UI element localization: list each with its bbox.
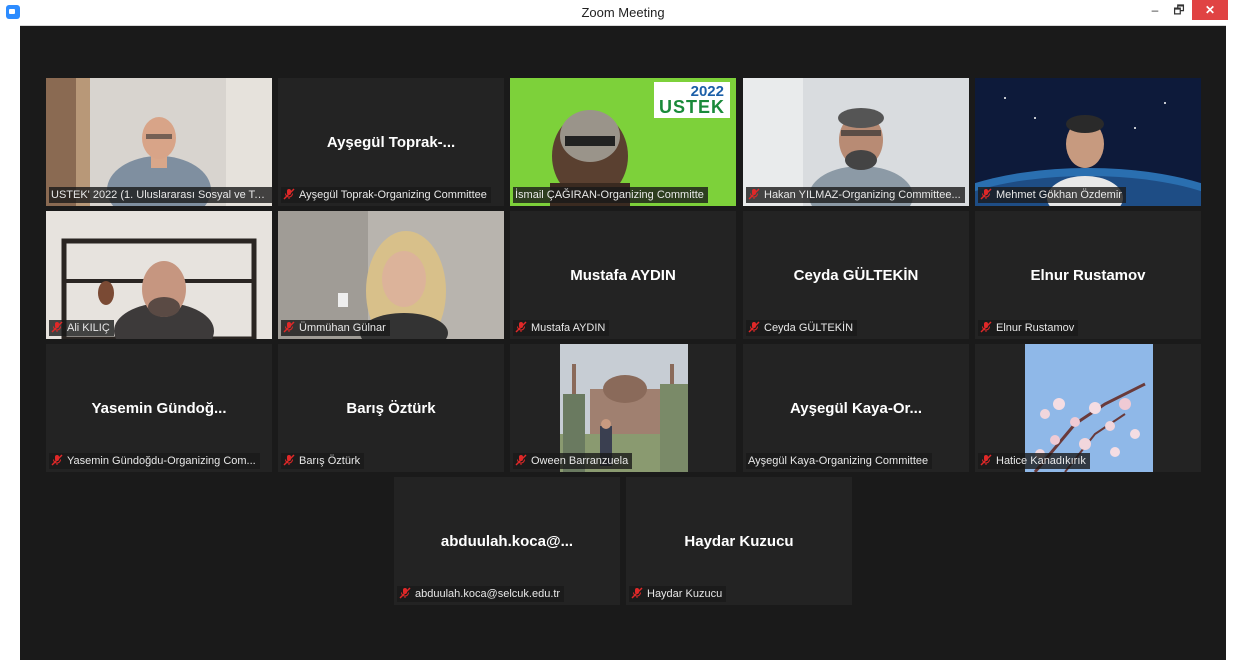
participant-tile[interactable]: Haydar Kuzucu Haydar Kuzucu: [626, 477, 852, 605]
mic-muted-icon: [515, 321, 527, 333]
participant-name-label: Yasemin Gündoğdu-Organizing Com...: [49, 453, 260, 469]
participant-tile[interactable]: Mustafa AYDIN Mustafa AYDIN: [510, 211, 736, 339]
mic-muted-icon: [283, 454, 295, 466]
mic-muted-icon: [980, 321, 992, 333]
minimize-button[interactable]: –: [1143, 0, 1167, 20]
participant-tile[interactable]: Hatice Kanadıkırık: [975, 344, 1201, 472]
participant-name-label: Oween Barranzuela: [513, 453, 633, 469]
window-frame-left: [0, 25, 20, 660]
mic-muted-icon: [631, 587, 643, 599]
participant-display-name: Haydar Kuzucu: [684, 533, 794, 550]
participant-name-label: Hakan YILMAZ-Organizing Committee...: [746, 187, 965, 203]
mic-muted-icon: [399, 587, 411, 599]
gallery-view: USTEK' 2022 (1. Uluslararası Sosyal ve T…: [20, 26, 1226, 660]
participant-tile[interactable]: Elnur Rustamov Elnur Rustamov: [975, 211, 1201, 339]
participant-name-label: Haydar Kuzucu: [629, 586, 727, 602]
participant-tile[interactable]: Ali KILIÇ: [46, 211, 272, 339]
mic-muted-icon: [748, 321, 760, 333]
participant-tile[interactable]: Yasemin Gündoğ... Yasemin Gündoğdu-Organ…: [46, 344, 272, 472]
participant-name-label: Ali KILIÇ: [49, 320, 114, 336]
participant-tile[interactable]: Hakan YILMAZ-Organizing Committee...: [743, 78, 969, 206]
participant-name-label: Mehmet Gökhan Özdemir: [978, 187, 1126, 203]
participant-display-name: Yasemin Gündoğ...: [91, 400, 227, 417]
participant-name-label: İsmail ÇAĞIRAN-Organizing Committe: [513, 187, 708, 203]
mic-muted-icon: [51, 321, 63, 333]
participant-tile[interactable]: Ceyda GÜLTEKİN Ceyda GÜLTEKİN: [743, 211, 969, 339]
mic-muted-icon: [51, 454, 63, 466]
participant-tile[interactable]: 2022 USTEK İsmail ÇAĞIRAN-Organizing Com…: [510, 78, 736, 206]
participant-name-label: Ayşegül Toprak-Organizing Committee: [281, 187, 491, 203]
participant-tile[interactable]: abduulah.koca@... abduulah.koca@selcuk.e…: [394, 477, 620, 605]
participant-name-label: Ümmühan Gülnar: [281, 320, 390, 336]
participant-tile[interactable]: USTEK' 2022 (1. Uluslararası Sosyal ve T…: [46, 78, 272, 206]
participant-tile[interactable]: Barış Öztürk Barış Öztürk: [278, 344, 504, 472]
mic-muted-icon: [748, 188, 760, 200]
window-frame-right: [1226, 25, 1246, 660]
participant-tile[interactable]: Mehmet Gökhan Özdemir: [975, 78, 1201, 206]
participant-name-label: abduulah.koca@selcuk.edu.tr: [397, 586, 565, 602]
participant-tile[interactable]: Ayşegül Kaya-Or... Ayşegül Kaya-Organizi…: [743, 344, 969, 472]
participant-name-label: Ceyda GÜLTEKİN: [746, 320, 858, 336]
participant-name-label: USTEK' 2022 (1. Uluslararası Sosyal ve T…: [49, 187, 272, 203]
participant-name-label: Elnur Rustamov: [978, 320, 1079, 336]
participant-display-name: Barış Öztürk: [346, 400, 436, 417]
participant-tile[interactable]: Oween Barranzuela: [510, 344, 736, 472]
maximize-button[interactable]: 🗗: [1167, 0, 1191, 20]
mic-muted-icon: [980, 188, 992, 200]
participant-name-label: Hatice Kanadıkırık: [978, 453, 1090, 469]
mic-muted-icon: [283, 321, 295, 333]
participant-name-label: Barış Öztürk: [281, 453, 365, 469]
mic-muted-icon: [283, 188, 295, 200]
ustek-logo: 2022 USTEK: [654, 82, 730, 118]
title-bar: Zoom Meeting – 🗗 ✕: [0, 0, 1246, 26]
participant-tile[interactable]: Ayşegül Toprak-... Ayşegül Toprak-Organi…: [278, 78, 504, 206]
participant-tile[interactable]: Ümmühan Gülnar: [278, 211, 504, 339]
close-button[interactable]: ✕: [1192, 0, 1228, 20]
participant-display-name: Ayşegül Toprak-...: [326, 134, 456, 151]
participant-display-name: Ayşegül Kaya-Or...: [790, 400, 922, 417]
window-title: Zoom Meeting: [581, 5, 665, 20]
mic-muted-icon: [980, 454, 992, 466]
participant-display-name: Elnur Rustamov: [1030, 267, 1146, 284]
participant-name-label: Ayşegül Kaya-Organizing Committee: [746, 453, 933, 469]
mic-muted-icon: [515, 454, 527, 466]
participant-display-name: Mustafa AYDIN: [570, 267, 676, 284]
participant-display-name: abduulah.koca@...: [440, 533, 574, 550]
participant-display-name: Ceyda GÜLTEKİN: [793, 267, 919, 284]
participant-name-label: Mustafa AYDIN: [513, 320, 610, 336]
